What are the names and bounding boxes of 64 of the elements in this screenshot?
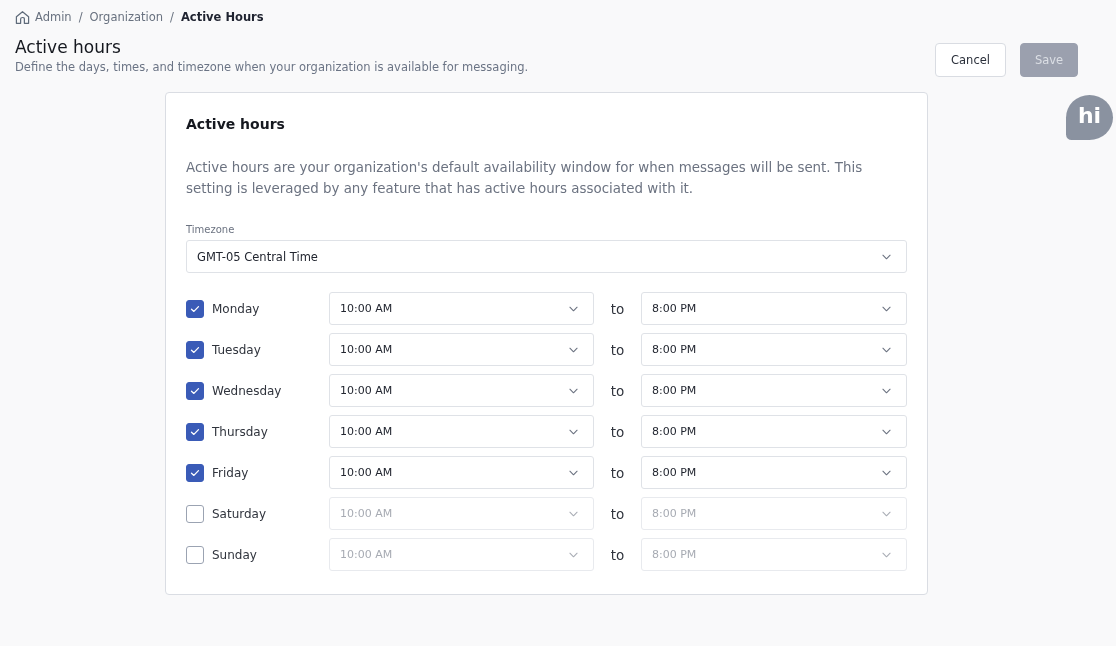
to-label: to: [609, 464, 626, 481]
cancel-button[interactable]: Cancel: [935, 43, 1006, 77]
to-label: to: [609, 382, 626, 399]
end-time-select[interactable]: 8:00 PM: [641, 374, 907, 407]
end-time-select[interactable]: 8:00 PM: [641, 292, 907, 325]
chevron-down-icon: [569, 469, 578, 476]
checkbox[interactable]: [186, 340, 204, 359]
chevron-down-icon: [569, 551, 578, 558]
page-title: Active hours: [15, 37, 122, 57]
to-label: to: [609, 423, 626, 440]
page-description: Define the days, times, and timezone when your organization is available for messaging.: [15, 60, 529, 75]
end-time-select[interactable]: 8:00 PM: [641, 415, 907, 448]
start-time-select[interactable]: 10:00 AM: [329, 374, 594, 407]
card-title: Active hours: [186, 115, 286, 134]
day-label: Monday: [212, 301, 260, 316]
checkbox[interactable]: [186, 545, 204, 564]
check-icon: [190, 468, 200, 477]
to-label: to: [609, 300, 626, 317]
chevron-down-icon: [882, 253, 891, 260]
end-time-select[interactable]: 8:00 PM: [641, 333, 907, 366]
check-icon: [190, 345, 200, 354]
card-description: Active hours are your organization's default availability window for when messages will be sent. This setting is leveraged by any feature that has active hours associated with it.: [186, 159, 864, 198]
checkbox[interactable]: [186, 381, 204, 400]
check-icon: [190, 386, 200, 395]
checkbox[interactable]: [186, 422, 204, 441]
chevron-down-icon: [569, 305, 578, 312]
timezone-select[interactable]: GMT-05 Central Time: [186, 240, 907, 273]
to-label: to: [609, 546, 626, 563]
chevron-down-icon: [569, 428, 578, 435]
breadcrumb-separator: /: [78, 10, 83, 24]
day-label: Saturday: [212, 506, 267, 521]
breadcrumb-link[interactable]: Organization: [89, 10, 164, 24]
chevron-down-icon: [569, 510, 578, 517]
checkbox[interactable]: [186, 299, 204, 318]
chevron-down-icon: [882, 346, 891, 353]
chevron-down-icon: [569, 346, 578, 353]
breadcrumb-current: Active Hours: [180, 10, 264, 24]
breadcrumb-separator: /: [170, 10, 174, 24]
start-time-select[interactable]: 10:00 AM: [329, 456, 594, 489]
start-time-select[interactable]: 10:00 AM: [329, 415, 594, 448]
to-label: to: [609, 505, 626, 522]
checkbox[interactable]: [186, 504, 204, 523]
breadcrumb-link[interactable]: Admin: [15, 9, 72, 25]
day-label: Sunday: [212, 547, 257, 562]
chevron-down-icon: [882, 428, 891, 435]
field-label: Timezone: [186, 224, 236, 236]
to-label: to: [609, 341, 626, 358]
end-time-select[interactable]: 8:00 PM: [641, 456, 907, 489]
check-icon: [190, 304, 200, 313]
start-time-select[interactable]: 10:00 AM: [329, 333, 594, 366]
day-label: Wednesday: [212, 383, 282, 398]
day-label: Tuesday: [212, 342, 261, 357]
chevron-down-icon: [882, 387, 891, 394]
chevron-down-icon: [882, 551, 891, 558]
chevron-down-icon: [882, 469, 891, 476]
checkbox[interactable]: [186, 463, 204, 482]
chevron-down-icon: [882, 305, 891, 312]
day-label: Friday: [212, 465, 249, 480]
home-icon: [15, 9, 30, 25]
start-time-select[interactable]: 10:00 AM: [329, 292, 594, 325]
day-label: Thursday: [212, 424, 268, 439]
chevron-down-icon: [569, 387, 578, 394]
check-icon: [190, 427, 200, 436]
chevron-down-icon: [882, 510, 891, 517]
